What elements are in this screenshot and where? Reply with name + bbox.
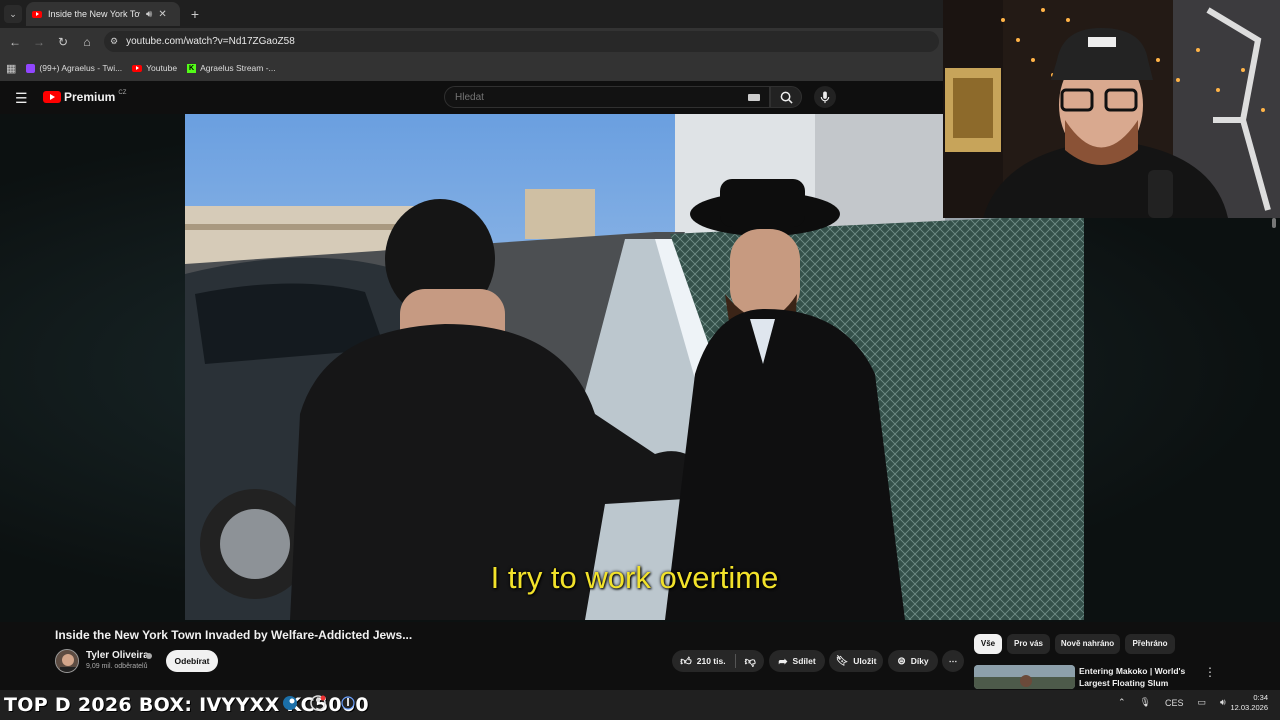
- search-button[interactable]: [770, 86, 802, 108]
- chip-all[interactable]: Vše: [974, 634, 1002, 654]
- youtube-favicon-icon: [32, 10, 42, 18]
- save-button[interactable]: 🔖︎ Uložit: [829, 650, 883, 672]
- forward-icon[interactable]: →: [27, 30, 51, 54]
- subscribe-button[interactable]: Odebírat: [166, 650, 218, 672]
- chip-watched[interactable]: Přehráno: [1125, 634, 1175, 654]
- tab-search-button[interactable]: ⌄: [4, 5, 22, 23]
- clock-date: 12.03.2026: [1230, 703, 1268, 712]
- like-button[interactable]: 👍︎ 210 tis.: [680, 655, 725, 668]
- display-icon[interactable]: ▭: [1198, 697, 1207, 708]
- taskbar-clock[interactable]: 0:34 12.03.2026: [1228, 693, 1268, 713]
- bookmark-youtube[interactable]: Youtube: [132, 63, 177, 73]
- youtube-logo[interactable]: Premium CZ: [43, 90, 126, 104]
- video-title: Inside the New York Town Invaded by Welf…: [55, 628, 413, 642]
- url-text: youtube.com/watch?v=Nd17ZGaoZ58: [126, 36, 295, 47]
- volume-icon[interactable]: 🔊︎: [1220, 697, 1226, 708]
- video-caption: I try to work overtime: [490, 560, 779, 595]
- hamburger-menu-icon[interactable]: ☰: [15, 90, 28, 107]
- thumbnail-image: [974, 665, 1075, 689]
- brand-label: Premium: [64, 90, 116, 104]
- close-tab-icon[interactable]: ✕: [158, 9, 166, 20]
- chip-recently-uploaded[interactable]: Nově nahráno: [1055, 634, 1120, 654]
- like-count: 210 tis.: [696, 656, 726, 666]
- webcam-image: [943, 0, 1280, 218]
- dislike-button[interactable]: 👎︎: [745, 655, 756, 668]
- bookmarks-bar: ▦ (99+) Agraelus - Twi... Youtube K Agra…: [0, 55, 943, 81]
- home-icon[interactable]: ⌂: [75, 30, 99, 54]
- share-icon: ➦: [778, 655, 788, 668]
- address-bar[interactable]: ⚙ youtube.com/watch?v=Nd17ZGaoZ58: [104, 31, 939, 52]
- recommendation-menu-icon[interactable]: ⋮: [1204, 665, 1216, 679]
- recommendation-thumbnail[interactable]: [974, 665, 1075, 689]
- thanks-label: Díky: [910, 656, 929, 666]
- bookmark-twitch[interactable]: (99+) Agraelus - Twi...: [26, 63, 122, 73]
- kick-icon: K: [187, 63, 197, 73]
- bookmark-kick[interactable]: K Agraelus Stream -...: [187, 63, 276, 73]
- verified-icon: [146, 653, 152, 659]
- language-indicator[interactable]: CES: [1165, 698, 1184, 708]
- tray-overflow-icon[interactable]: ⌃: [1118, 697, 1126, 708]
- speaker-icon[interactable]: 🔊︎: [146, 9, 152, 20]
- site-info-icon[interactable]: ⚙: [110, 36, 118, 47]
- thanks-button[interactable]: ⊜ Díky: [888, 650, 938, 672]
- subscriber-count: 9,09 mil. odběratelů: [86, 663, 148, 670]
- thumbs-up-icon: 👍︎: [680, 655, 692, 668]
- channel-avatar[interactable]: [55, 649, 79, 673]
- page-scrollbar[interactable]: [1272, 218, 1276, 228]
- share-button[interactable]: ➦ Sdílet: [769, 650, 825, 672]
- thanks-icon: ⊜: [897, 655, 906, 667]
- new-tab-button[interactable]: +: [186, 5, 204, 23]
- channel-name[interactable]: Tyler Oliveira: [86, 650, 149, 661]
- like-divider: [734, 654, 736, 668]
- voice-search-button[interactable]: [814, 86, 836, 108]
- system-tray: ⌃ 🎙︎ CES ▭ 🔊︎: [1118, 697, 1226, 708]
- microphone-tray-icon[interactable]: 🎙︎: [1140, 697, 1151, 708]
- obs-icon[interactable]: [310, 695, 330, 715]
- tab-title: Inside the New York Town I: [48, 9, 140, 19]
- bookmark-label: (99+) Agraelus - Twi...: [39, 63, 123, 73]
- like-dislike-group: 👍︎ 210 tis. 👎︎: [672, 650, 764, 672]
- webcam-overlay: [943, 0, 1280, 218]
- avatar-image: [56, 650, 78, 672]
- reload-icon[interactable]: ↻: [51, 30, 75, 54]
- steam-icon[interactable]: [282, 695, 302, 715]
- microphone-icon: [820, 90, 830, 103]
- app-icon[interactable]: [340, 695, 360, 715]
- back-icon[interactable]: ←: [3, 30, 27, 54]
- more-actions-button[interactable]: ⋯: [942, 650, 964, 672]
- bookmark-label: Youtube: [146, 63, 178, 73]
- recommendation-title[interactable]: Entering Makoko | World's Largest Floati…: [1079, 665, 1189, 689]
- youtube-icon: [132, 64, 143, 72]
- share-label: Sdílet: [792, 656, 816, 666]
- twitch-icon: [26, 63, 36, 73]
- more-icon: ⋯: [948, 655, 958, 666]
- bookmark-icon: 🔖︎: [835, 655, 849, 667]
- thumbs-down-icon: 👎︎: [744, 655, 756, 668]
- search-box: [444, 86, 770, 108]
- search-input[interactable]: [445, 87, 769, 108]
- bookmark-label: Agraelus Stream -...: [200, 63, 276, 73]
- keyboard-icon[interactable]: [748, 94, 760, 101]
- clock-time: 0:34: [1253, 693, 1268, 702]
- youtube-logo-icon: [43, 91, 61, 103]
- region-label: CZ: [118, 90, 127, 96]
- browser-tab[interactable]: Inside the New York Town I 🔊︎ ✕: [26, 2, 180, 26]
- search-icon: [780, 91, 793, 104]
- apps-grid-icon[interactable]: ▦: [6, 62, 16, 75]
- chip-for-you[interactable]: Pro vás: [1007, 634, 1050, 654]
- save-label: Uložit: [853, 656, 877, 666]
